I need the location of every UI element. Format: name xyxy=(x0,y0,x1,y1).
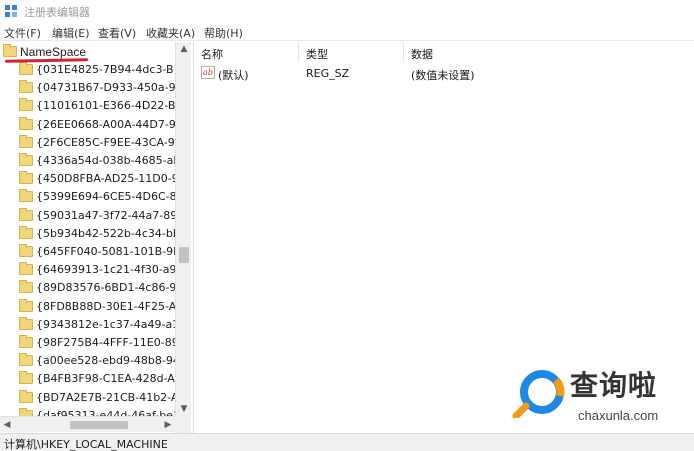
menu-bar: 文件(F) 编辑(E) 查看(V) 收藏夹(A) 帮助(H) xyxy=(0,23,694,41)
tree-item[interactable]: {98F275B4-4FFF-11E0-89E2 xyxy=(0,335,175,353)
tree-item[interactable]: {031E4825-7B94-4dc3-B131 xyxy=(0,62,175,80)
folder-icon xyxy=(19,262,33,276)
window-title: 注册表编辑器 xyxy=(24,6,90,19)
column-header-data-label: 数据 xyxy=(411,48,433,61)
tree-item[interactable]: {9343812e-1c37-4a49-a12e xyxy=(0,316,175,335)
menu-file[interactable]: 文件(F) xyxy=(4,25,41,41)
watermark-text: 查询啦 xyxy=(570,369,658,402)
tree-item-label: {98F275B4-4FFF-11E0-89E2 xyxy=(36,336,175,349)
tree-item-label: {450D8FBA-AD25-11D0-98A8 xyxy=(36,172,175,186)
tree-horizontal-scrollbar[interactable]: ◀ ▶ xyxy=(0,416,175,432)
tree-item[interactable]: {BD7A2E7B-21CB-41b2-A086 xyxy=(0,389,175,408)
tree-item[interactable]: {4336a54d-038b-4685-ab02 xyxy=(0,153,175,171)
chaxunla-logo-icon xyxy=(512,370,565,418)
tree-item-label: {2F6CE85C-F9EE-43CA-90C7 xyxy=(36,135,175,149)
status-bar: 计算机\HKEY_LOCAL_MACHINE xyxy=(0,433,694,451)
menu-help[interactable]: 帮助(H) xyxy=(204,25,243,41)
tree-item[interactable]: {5399E694-6CE5-4D6C-8FCE xyxy=(0,189,175,207)
tree-item-label: {59031a47-3f72-44a7-89c5 xyxy=(36,208,175,222)
menu-view[interactable]: 查看(V) xyxy=(98,25,136,41)
column-header-type-label: 类型 xyxy=(306,48,328,61)
folder-icon xyxy=(19,98,33,112)
scroll-thumb[interactable] xyxy=(179,247,189,263)
status-path: 计算机\HKEY_LOCAL_MACHINE xyxy=(4,438,168,451)
folder-icon xyxy=(19,225,33,239)
table-row[interactable]: ab (默认) REG_SZ (数值未设置) xyxy=(194,64,694,82)
tree-item-label: {89D83576-6BD1-4c86-9454 xyxy=(36,281,175,295)
folder-icon xyxy=(19,189,33,203)
scroll-up-arrow-icon[interactable]: ▲ xyxy=(176,42,192,56)
scroll-left-arrow-icon[interactable]: ◀ xyxy=(0,417,14,433)
tree-item[interactable]: {2F6CE85C-F9EE-43CA-90C7 xyxy=(0,134,175,153)
tree-item[interactable]: {645FF040-5081-101B-9F08 xyxy=(0,244,175,262)
folder-icon xyxy=(19,134,33,148)
folder-icon xyxy=(19,389,33,403)
folder-icon xyxy=(19,62,33,75)
folder-icon xyxy=(19,171,33,185)
value-data: (数值未设置) xyxy=(411,69,475,82)
title-bar: 注册表编辑器 xyxy=(0,0,694,22)
tree-item-label: {04731B67-D933-450a-90E6 xyxy=(36,81,175,95)
folder-icon xyxy=(19,80,33,94)
menu-edit[interactable]: 编辑(E) xyxy=(52,25,90,41)
tree-item-label: {645FF040-5081-101B-9F08 xyxy=(36,245,175,258)
tree-item[interactable]: {89D83576-6BD1-4c86-9454 xyxy=(0,280,175,298)
tree-item[interactable]: {11016101-E366-4D22-BC06 xyxy=(0,98,175,116)
tree-item-label: {031E4825-7B94-4dc3-B131 xyxy=(36,63,175,76)
folder-icon xyxy=(19,244,33,257)
tree-item-label: {a00ee528-ebd9-48b8-944a xyxy=(36,354,175,368)
tree-item-label: {B4FB3F98-C1EA-428d-A78A xyxy=(36,372,175,386)
column-header-name-label: 名称 xyxy=(201,48,223,61)
tree-item-label: {9343812e-1c37-4a49-a12e xyxy=(36,317,175,331)
tree-item[interactable]: {450D8FBA-AD25-11D0-98A8 xyxy=(0,171,175,189)
folder-icon xyxy=(3,44,17,57)
column-header-type[interactable]: 类型 xyxy=(299,42,404,62)
scroll-right-arrow-icon[interactable]: ▶ xyxy=(161,417,175,433)
folder-icon xyxy=(19,280,33,294)
tree-item[interactable]: {B4FB3F98-C1EA-428d-A78A xyxy=(0,371,175,389)
tree-item-label: {BD7A2E7B-21CB-41b2-A086 xyxy=(36,390,175,404)
folder-icon xyxy=(19,298,33,312)
value-name: (默认) xyxy=(218,69,249,82)
folder-icon xyxy=(19,207,33,221)
tree-item-label: {4336a54d-038b-4685-ab02 xyxy=(36,154,175,167)
tree-root-label: NameSpace xyxy=(20,45,87,59)
tree-item[interactable]: {a00ee528-ebd9-48b8-944a xyxy=(0,353,175,371)
tree-item-label: {5b934b42-522b-4c34-bbfe xyxy=(36,226,175,240)
tree-item-label: {8FD8B88D-30E1-4F25-AC2B xyxy=(36,299,175,313)
tree-item-label: {11016101-E366-4D22-BC06 xyxy=(36,99,175,113)
folder-icon xyxy=(19,353,33,367)
tree-item-label: {26EE0668-A00A-44D7-9371 xyxy=(36,117,175,131)
registry-tree[interactable]: NameSpace {031E4825-7B94-4dc3-B131 {04731… xyxy=(0,42,191,433)
watermark: 查询啦 chaxunla.com xyxy=(512,362,688,432)
tree-item[interactable]: {59031a47-3f72-44a7-89c5 xyxy=(0,207,175,226)
registry-editor-icon xyxy=(5,5,17,17)
folder-icon xyxy=(19,316,33,330)
tree-item-label: {64693913-1c21-4f30-a98f- xyxy=(36,263,175,277)
tree-item[interactable]: {64693913-1c21-4f30-a98f- xyxy=(0,262,175,280)
scroll-down-arrow-icon[interactable]: ▼ xyxy=(176,402,192,416)
tree-item[interactable]: {26EE0668-A00A-44D7-9371 xyxy=(0,116,175,135)
folder-icon xyxy=(19,153,33,166)
folder-icon xyxy=(19,371,33,385)
scrollbar-corner xyxy=(175,416,191,432)
column-header-name[interactable]: 名称 xyxy=(194,42,299,62)
value-type: REG_SZ xyxy=(306,67,350,80)
folder-icon xyxy=(19,116,33,130)
string-value-icon: ab xyxy=(201,66,215,79)
watermark-domain: chaxunla.com xyxy=(578,408,659,423)
tree-vertical-scrollbar[interactable]: ▲ ▼ xyxy=(175,42,191,433)
tree-item[interactable]: {5b934b42-522b-4c34-bbfe xyxy=(0,225,175,244)
tree-item[interactable]: {8FD8B88D-30E1-4F25-AC2B xyxy=(0,298,175,317)
tree-item-label: {5399E694-6CE5-4D6C-8FCE xyxy=(36,190,175,204)
column-header-data[interactable]: 数据 xyxy=(404,42,694,62)
menu-favorites[interactable]: 收藏夹(A) xyxy=(146,25,195,41)
tree-item[interactable]: {04731B67-D933-450a-90E6 xyxy=(0,80,175,98)
folder-icon xyxy=(19,335,33,348)
hscroll-thumb[interactable] xyxy=(70,421,128,429)
